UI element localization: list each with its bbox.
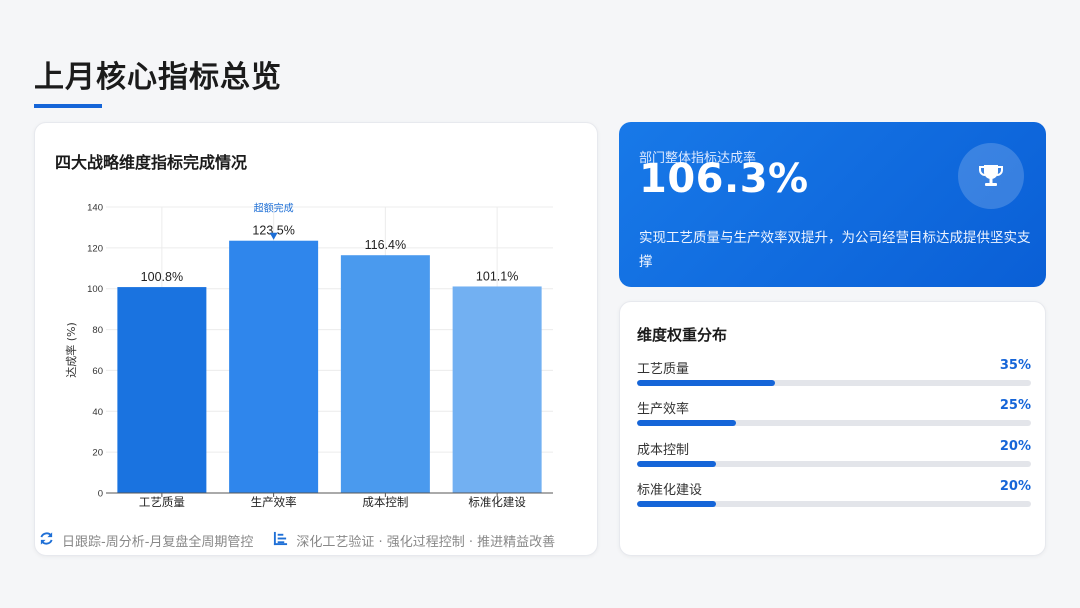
x-tick-label: 工艺质量 [139,495,185,509]
weight-item-percent: 20% [999,479,1031,494]
footer-text-cycle: 日跟踪-周分析-月复盘全周期管控 [62,535,254,550]
y-tick-label: 40 [92,407,103,418]
y-tick-label: 20 [92,448,103,459]
weight-item-percent: 20% [999,439,1031,454]
y-tick-label: 0 [98,489,103,500]
footer-text-actions: 深化工艺验证 · 强化过程控制 · 推进精益改善 [296,535,556,550]
title-underline [34,104,102,108]
bar-chart: 020406080100120140达成率 (%)100.8%工艺质量123.5… [64,202,553,509]
weight-item: 成本控制 20% [637,439,1031,471]
bar [340,255,430,493]
y-axis-label: 达成率 (%) [64,322,78,378]
weight-progress-track [637,461,1031,467]
weight-item-name: 标准化建设 [637,483,703,498]
weight-progress-track [637,420,1031,426]
x-tick-label: 成本控制 [362,495,408,509]
weight-progress-fill [637,501,716,507]
bar [117,287,207,493]
overall-achievement-card: 部门整体指标达成率 106.3% 实现工艺质量与生产效率双提升，为公司经营目标达… [619,122,1046,287]
chart-footer: 日跟踪-周分析-月复盘全周期管控 深化工艺验证 · 强化过程控制 · 推进精益改… [39,531,555,550]
data-label: 116.4% [365,238,406,252]
weight-item-name: 生产效率 [637,402,690,417]
hero-value: 106.3% [639,156,809,202]
weight-progress-track [637,380,1031,386]
page-title: 上月核心指标总览 [34,60,282,95]
weight-progress-fill [637,420,736,426]
annotation-label: 超额完成 [254,202,294,215]
x-tick-label: 生产效率 [251,495,297,509]
data-label: 101.1% [476,269,518,283]
data-label: 100.8% [141,270,183,284]
trophy-icon [958,143,1024,209]
x-tick-label: 标准化建设 [468,495,526,509]
bar [229,240,319,493]
weight-progress-fill [637,380,775,386]
weight-title: 维度权重分布 [637,326,728,344]
weight-progress-fill [637,461,716,467]
weight-item-percent: 25% [999,398,1031,413]
bar [452,286,542,493]
y-tick-label: 80 [92,325,103,336]
y-tick-label: 60 [92,366,103,377]
y-tick-label: 140 [87,203,103,214]
weight-item-name: 工艺质量 [637,362,690,377]
weight-item-name: 成本控制 [637,443,690,458]
weight-distribution-card: 维度权重分布 工艺质量 35% 生产效率 25% 成本控制 20% 标准化建设 … [619,301,1046,556]
refresh-icon [39,531,54,550]
hero-description: 实现工艺质量与生产效率双提升，为公司经营目标达成提供坚实支撑 [639,230,1031,270]
list-icon [273,531,288,550]
weight-item: 工艺质量 35% [637,358,1031,390]
weight-item-percent: 35% [999,358,1031,373]
chart-card: 四大战略维度指标完成情况 0 20 40 60 80 100 120 140 达成率 (%) 10… [34,122,598,556]
y-tick-label: 120 [87,243,103,254]
y-tick-label: 100 [87,284,103,295]
weight-item: 标准化建设 20% [637,479,1031,511]
weight-item: 生产效率 25% [637,398,1031,430]
weight-progress-track [637,501,1031,507]
